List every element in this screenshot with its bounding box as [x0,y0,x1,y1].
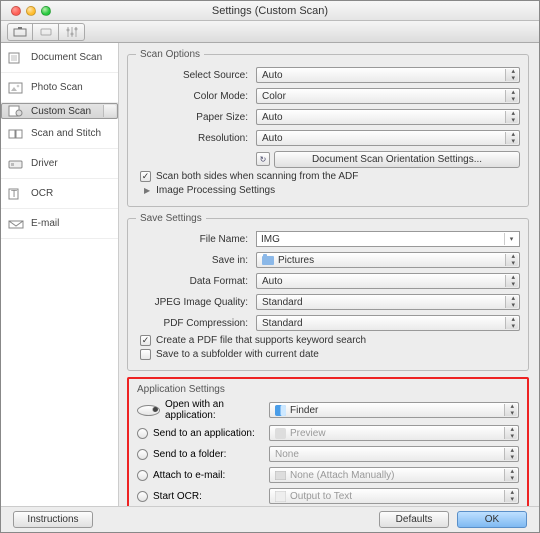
resolution-dropdown[interactable]: Auto▴▾ [256,130,520,146]
pdf-keyword-checkbox[interactable]: Create a PDF file that supports keyword … [140,335,520,346]
text-icon [275,491,286,502]
radio-icon [137,470,148,481]
content-pane: Scan Options Select Source: Auto▴▾ Color… [119,43,539,508]
radio-icon [137,491,148,502]
open-with-radio[interactable]: Open with an application: [137,399,269,421]
sidebar-item-label: E-mail [31,218,59,229]
close-icon[interactable] [11,6,21,16]
attach-email-radio[interactable]: Attach to e-mail: [137,470,269,481]
checkbox-icon [140,349,151,360]
email-icon [7,217,25,231]
file-name-label: File Name: [136,234,256,245]
toolbar-general-settings[interactable] [59,23,85,41]
save-in-dropdown[interactable]: Pictures▴▾ [256,252,520,268]
defaults-button[interactable]: Defaults [379,511,449,528]
select-source-dropdown[interactable]: Auto▴▾ [256,67,520,83]
svg-text:T: T [11,189,17,200]
scan-options-group: Scan Options Select Source: Auto▴▾ Color… [127,49,529,207]
sidebar-item-label: OCR [31,188,53,199]
sidebar: Document Scan Photo Scan Custom Scan Sca… [1,43,119,508]
window: Settings (Custom Scan) Document Scan Pho… [0,0,540,533]
send-to-app-radio[interactable]: Send to an application: [137,428,269,439]
save-settings-group: Save Settings File Name: IMG▾ Save in: P… [127,213,529,371]
instructions-button[interactable]: Instructions [13,511,93,528]
sidebar-item-scan-and-stitch[interactable]: Scan and Stitch [1,119,118,149]
file-name-input[interactable]: IMG▾ [256,231,520,247]
save-settings-legend: Save Settings [136,213,206,224]
sidebar-item-driver[interactable]: Driver [1,149,118,179]
sidebar-item-custom-scan[interactable]: Custom Scan [1,103,118,119]
sidebar-item-label: Driver [31,158,58,169]
photo-icon [7,81,25,95]
traffic-lights [11,6,51,16]
finder-icon [275,405,286,416]
color-mode-label: Color Mode: [136,91,256,102]
minimize-icon[interactable] [26,6,36,16]
driver-icon [7,157,25,171]
image-processing-disclosure[interactable]: ▶ Image Processing Settings [144,185,520,196]
color-mode-dropdown[interactable]: Color▴▾ [256,88,520,104]
ocr-icon: T [7,187,25,201]
sidebar-item-label: Document Scan [31,52,102,63]
toolbar-scan-from-computer[interactable] [7,23,33,41]
attach-email-dropdown[interactable]: None (Attach Manually)▴▾ [269,467,519,483]
sidebar-item-email[interactable]: E-mail [1,209,118,239]
save-in-label: Save in: [136,255,256,266]
application-settings-legend: Application Settings [137,384,519,395]
checkbox-icon [140,335,151,346]
data-format-label: Data Format: [136,276,256,287]
pdf-compression-label: PDF Compression: [136,318,256,329]
zoom-icon[interactable] [41,6,51,16]
mail-icon [275,470,286,481]
disclosure-triangle-icon: ▶ [144,186,150,195]
footer: Instructions Defaults OK [1,506,539,532]
folder-icon [262,256,274,265]
start-ocr-radio[interactable]: Start OCR: [137,491,269,502]
resolution-label: Resolution: [136,133,256,144]
adf-both-sides-checkbox[interactable]: Scan both sides when scanning from the A… [140,171,520,182]
sidebar-item-photo-scan[interactable]: Photo Scan [1,73,118,103]
radio-icon [137,428,148,439]
scan-options-legend: Scan Options [136,49,204,60]
toolbar-scan-from-panel[interactable] [33,23,59,41]
paper-size-dropdown[interactable]: Auto▴▾ [256,109,520,125]
radio-icon [137,449,148,460]
document-icon [7,51,25,65]
select-source-label: Select Source: [136,70,256,81]
data-format-dropdown[interactable]: Auto▴▾ [256,273,520,289]
subfolder-checkbox[interactable]: Save to a subfolder with current date [140,349,520,360]
application-settings-group: Application Settings Open with an applic… [127,377,529,508]
custom-icon [7,104,25,118]
jpeg-quality-dropdown[interactable]: Standard▴▾ [256,294,520,310]
dropdown-arrow-icon: ▾ [504,233,518,245]
ok-button[interactable]: OK [457,511,527,528]
stitch-icon [7,127,25,141]
checkbox-icon [140,171,151,182]
pdf-compression-dropdown[interactable]: Standard▴▾ [256,315,520,331]
radio-icon [137,405,160,416]
toolbar [1,21,539,43]
preview-icon [275,428,286,439]
orientation-settings-button[interactable]: Document Scan Orientation Settings... [274,151,520,168]
open-with-dropdown[interactable]: Finder▴▾ [269,402,519,418]
paper-size-label: Paper Size: [136,112,256,123]
send-to-app-dropdown[interactable]: Preview▴▾ [269,425,519,441]
sidebar-item-label: Custom Scan [31,106,91,117]
sidebar-item-label: Scan and Stitch [31,128,101,139]
send-to-folder-radio[interactable]: Send to a folder: [137,449,269,460]
jpeg-quality-label: JPEG Image Quality: [136,297,256,308]
sidebar-item-label: Photo Scan [31,82,83,93]
send-to-folder-dropdown[interactable]: None▴▾ [269,446,519,462]
sidebar-item-document-scan[interactable]: Document Scan [1,43,118,73]
rotate-icon[interactable]: ↻ [256,152,270,166]
sidebar-item-ocr[interactable]: T OCR [1,179,118,209]
window-title: Settings (Custom Scan) [1,1,539,21]
start-ocr-dropdown[interactable]: Output to Text▴▾ [269,488,519,504]
